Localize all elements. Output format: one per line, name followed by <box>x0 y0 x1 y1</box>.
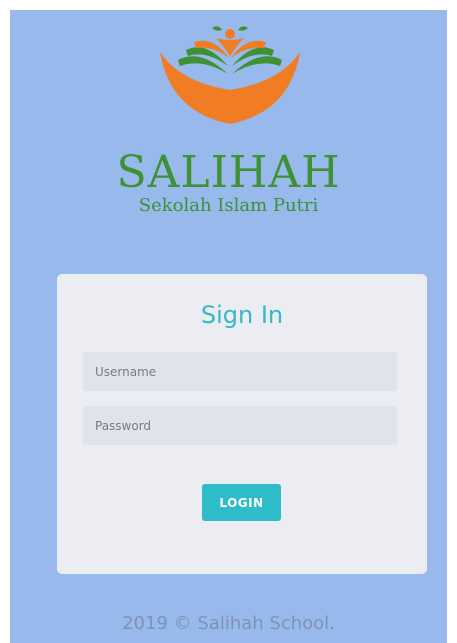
login-card: Sign In LOGIN <box>57 274 427 574</box>
brand-name: SALIHAH <box>116 147 341 198</box>
footer-copyright: 2019 © Salihah School. <box>122 613 335 634</box>
login-page: SALIHAH Sekolah Islam Putri Sign In LOGI… <box>10 10 447 643</box>
login-button[interactable]: LOGIN <box>202 484 281 521</box>
username-input[interactable] <box>83 352 397 391</box>
brand-tagline: Sekolah Islam Putri <box>138 195 319 216</box>
school-logo <box>160 26 300 124</box>
password-input[interactable] <box>83 406 397 445</box>
sign-in-title: Sign In <box>200 301 284 329</box>
